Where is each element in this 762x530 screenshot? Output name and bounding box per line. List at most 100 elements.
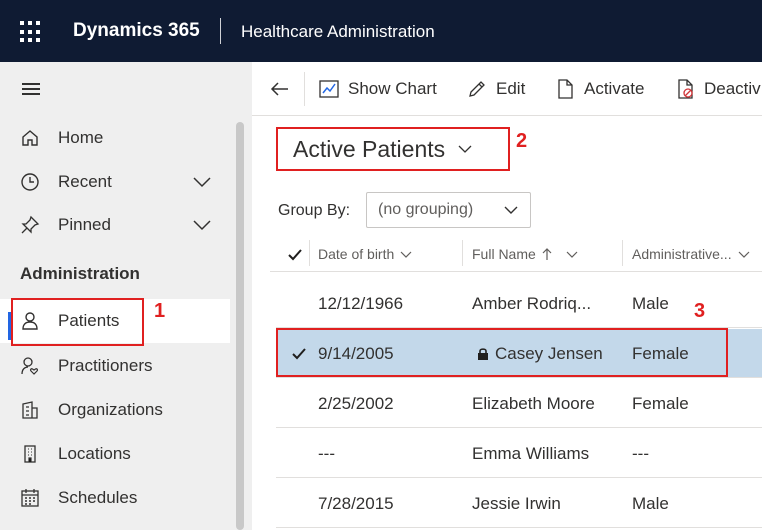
cell-gender: Female [632,393,689,413]
person-icon [20,311,40,331]
command-bar: Show Chart Edit Activate Deactiv [252,62,762,116]
table-row[interactable]: --- Emma Williams --- [276,429,762,478]
deactivate-document-icon [674,78,696,100]
cell-full-name[interactable]: Emma Williams [472,429,589,478]
callout-2: 2 [516,130,528,152]
sidebar-item-label: Patients [58,311,120,330]
column-header-label: Date of birth [318,246,395,262]
callout-1: 1 [154,300,166,322]
column-divider [309,240,310,266]
sidebar-item-pinned[interactable]: Pinned [0,203,230,247]
app-title[interactable]: Healthcare Administration [241,22,435,42]
command-divider [304,72,305,106]
sidebar-item-label: Organizations [58,400,163,419]
hamburger-menu-icon[interactable] [22,83,40,95]
sidebar-scrollbar[interactable] [236,122,244,530]
column-header-date-of-birth[interactable]: Date of birth [318,236,412,272]
pencil-icon [466,78,488,100]
cell-gender: Female [632,343,689,363]
column-header-administrative-gender[interactable]: Administrative... [632,236,750,272]
activate-button[interactable]: Activate [554,76,644,102]
chevron-down-icon[interactable] [192,215,212,235]
select-all-checkmark-icon[interactable] [286,246,304,264]
cell-full-name[interactable]: Elizabeth Moore [472,379,595,428]
calendar-icon [20,488,40,508]
column-header-full-name[interactable]: Full Name [472,236,578,272]
chevron-down-icon [400,251,412,258]
deactivate-button[interactable]: Deactiv [674,76,761,102]
column-header-label: Administrative... [632,246,732,262]
location-building-icon [20,444,40,464]
groupby-select[interactable]: (no grouping) [366,192,531,228]
column-divider [622,240,623,266]
show-chart-label: Show Chart [348,79,437,98]
cell-date-of-birth: 9/14/2005 [318,343,394,363]
column-divider [462,240,463,266]
chevron-down-icon [458,145,472,153]
sort-ascending-icon [542,248,552,260]
pin-icon [20,215,40,235]
full-name-link[interactable]: Jessie Irwin [472,494,561,514]
grid-header: Date of birth Full Name Administrative..… [270,236,762,272]
sidebar-item-label: Home [58,128,104,147]
sidebar-item-locations[interactable]: Locations [0,432,230,476]
table-row[interactable]: 7/28/2015 Jessie Irwin Male [276,479,762,528]
chevron-down-icon[interactable] [192,172,212,192]
edit-label: Edit [496,79,526,98]
sidebar-item-organizations[interactable]: Organizations [0,388,230,432]
building-icon [20,400,40,420]
view-selector[interactable]: Active Patients [276,127,510,171]
full-name-link[interactable]: Amber Rodriq... [472,294,591,314]
callout-3: 3 [694,300,706,322]
top-bar: Dynamics 365 Healthcare Administration [0,0,762,62]
show-chart-button[interactable]: Show Chart [318,76,437,102]
full-name-link[interactable]: Elizabeth Moore [472,394,595,414]
document-icon [554,78,576,100]
cell-gender: --- [632,443,649,463]
cell-gender: Male [632,493,669,513]
row-checkmark-icon[interactable] [290,345,308,363]
cell-gender: Male [632,293,669,313]
sidebar-item-recent[interactable]: Recent [0,160,230,204]
cell-full-name[interactable]: Jessie Irwin [472,479,561,528]
groupby-label: Group By: [278,202,351,219]
sidebar-item-patients[interactable]: Patients [0,299,230,343]
sidebar-item-label: Practitioners [58,356,153,375]
sidebar-item-label: Locations [58,444,131,463]
clock-icon [20,172,40,192]
sidebar: Home Recent Pinned Administration Patien… [0,62,252,530]
sidebar-item-schedules[interactable]: Schedules [0,476,230,520]
activate-label: Activate [584,79,645,98]
chevron-down-icon [504,206,518,214]
table-row-selected[interactable]: 9/14/2005 Casey Jensen Female [276,329,762,378]
table-row[interactable]: 2/25/2002 Elizabeth Moore Female [276,379,762,428]
header-divider [220,18,221,44]
sidebar-item-label: Recent [58,172,112,191]
view-title: Active Patients [293,135,446,162]
sidebar-item-label: Pinned [58,215,111,234]
cell-date-of-birth: 2/25/2002 [318,393,394,413]
section-header-administration: Administration [20,264,140,283]
cell-date-of-birth: --- [318,443,335,463]
groupby-value: (no grouping) [378,201,474,218]
lock-icon [478,347,488,360]
chevron-down-icon [738,251,750,258]
full-name-link[interactable]: Casey Jensen [495,344,603,364]
full-name-link[interactable]: Emma Williams [472,444,589,464]
home-icon [20,128,40,148]
person-heart-icon [20,356,40,376]
back-arrow-icon[interactable] [268,77,292,101]
edit-button[interactable]: Edit [466,76,525,102]
sidebar-item-practitioners[interactable]: Practitioners [0,344,230,388]
app-launcher-icon[interactable] [20,21,42,43]
chevron-down-icon [566,251,578,258]
cell-full-name[interactable]: Casey Jensen [476,329,603,378]
chart-icon [318,78,340,100]
cell-date-of-birth: 7/28/2015 [318,493,394,513]
cell-date-of-birth: 12/12/1966 [318,293,404,313]
cell-full-name[interactable]: Amber Rodriq... [472,279,614,328]
sidebar-item-home[interactable]: Home [0,116,230,160]
brand-title[interactable]: Dynamics 365 [73,20,200,42]
sidebar-item-label: Schedules [58,488,138,507]
table-row[interactable]: 12/12/1966 Amber Rodriq... Male [276,279,762,328]
